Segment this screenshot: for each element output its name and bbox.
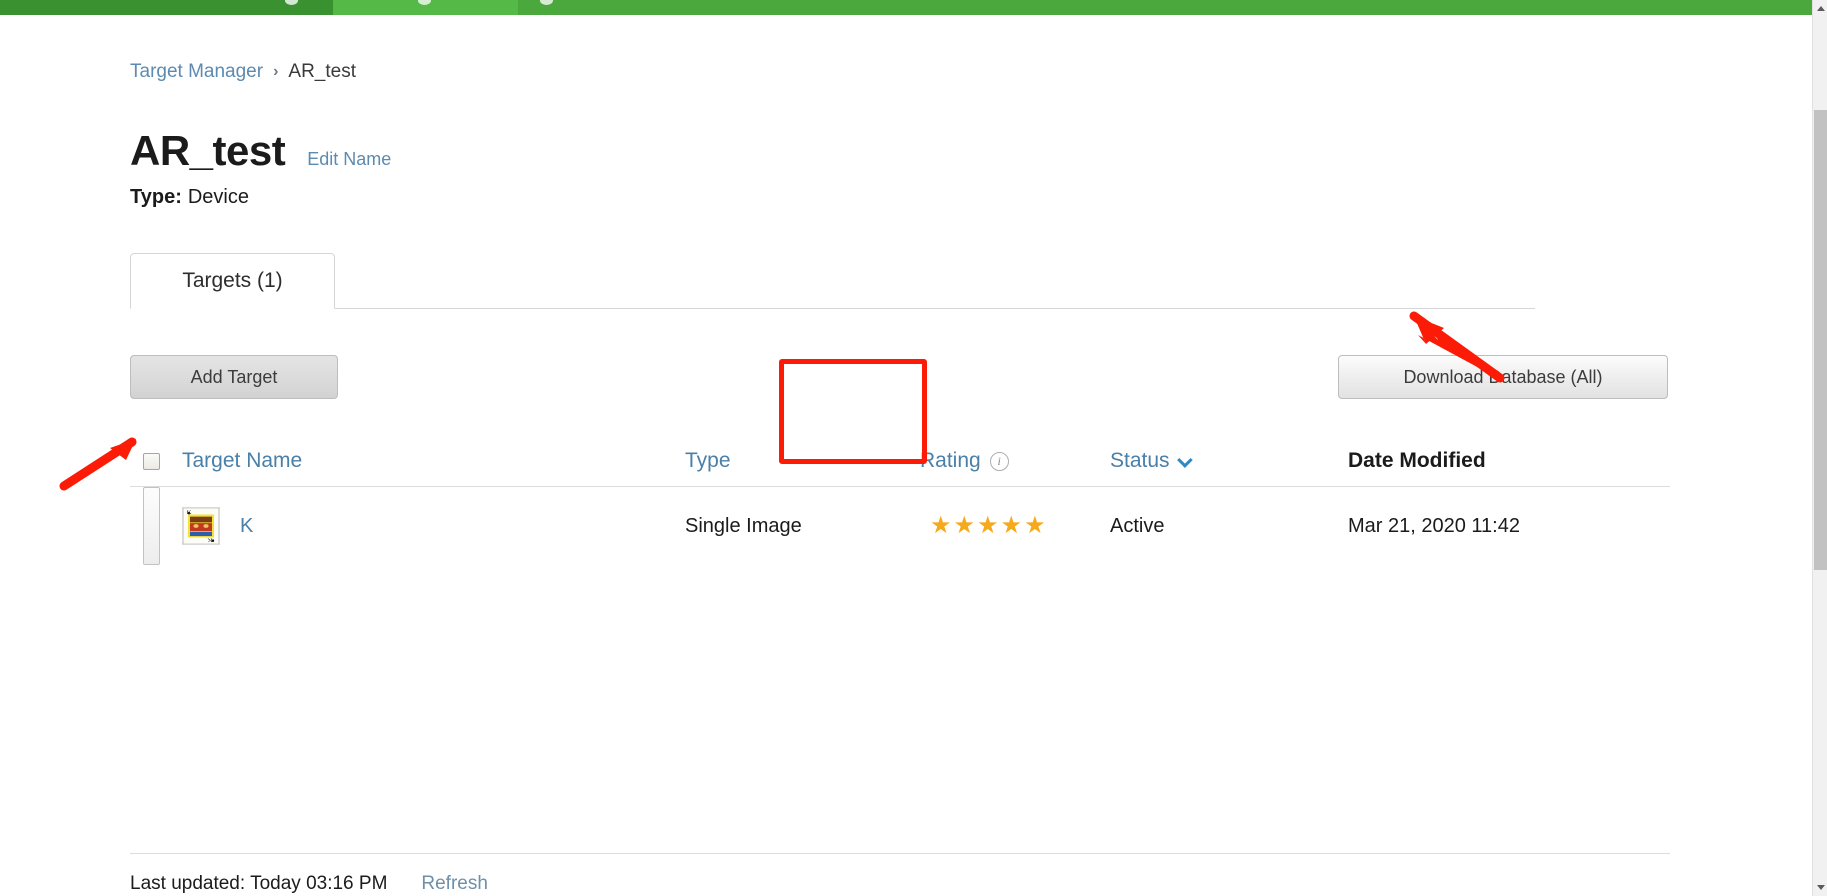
target-type-cell: Single Image — [685, 487, 802, 565]
column-header-target-name[interactable]: Target Name — [182, 435, 302, 487]
chevron-down-icon — [1176, 451, 1193, 468]
download-database-button[interactable]: Download Database (All) — [1338, 355, 1668, 399]
breadcrumb: Target Manager › AR_test — [130, 61, 356, 83]
target-date-modified-text: Mar 21, 2020 11:42 — [1348, 514, 1520, 537]
footer: Last updated: Today 03:16 PM Refresh — [130, 873, 488, 895]
nav-segment-left[interactable] — [0, 0, 333, 15]
refresh-link[interactable]: Refresh — [421, 873, 488, 895]
page-scroll-area: Target Manager › AR_test AR_test Edit Name… — [0, 15, 1812, 896]
breadcrumb-current: AR_test — [288, 61, 356, 82]
targets-table: Target Name Type Rating i Status Date Mo… — [130, 435, 1670, 565]
column-header-target-name-label: Target Name — [182, 449, 303, 472]
page-title: AR_test — [130, 127, 286, 174]
column-header-rating[interactable]: Rating i — [920, 435, 1009, 487]
nav-segment-right[interactable] — [518, 0, 1812, 15]
info-icon[interactable]: i — [989, 451, 1009, 471]
last-updated-text: Last updated: Today 03:16 PM — [130, 873, 388, 894]
scrollbar-thumb[interactable] — [1814, 110, 1827, 570]
footer-divider — [130, 853, 1670, 854]
tab-targets[interactable]: Targets (1) — [130, 253, 335, 309]
target-manager-page: Target Manager › AR_test AR_test Edit Name… — [0, 0, 1827, 896]
star-icon-4: ★ — [1000, 512, 1023, 539]
download-database-label: Download Database (All) — [1403, 366, 1603, 387]
row-checkbox-cell — [143, 487, 160, 565]
add-target-label: Add Target — [190, 366, 278, 387]
column-header-status[interactable]: Status — [1110, 435, 1193, 487]
scroll-up-button[interactable] — [1813, 0, 1827, 17]
star-icon-1: ★ — [930, 512, 952, 539]
column-header-date-modified-label: Date Modified — [1348, 449, 1486, 472]
vertical-scrollbar[interactable] — [1812, 0, 1827, 896]
target-status-text: Active — [1110, 514, 1165, 537]
target-type-text: Single Image — [685, 514, 802, 537]
target-type-row: Type: Device — [130, 186, 249, 209]
triangle-down-icon — [1816, 885, 1825, 890]
breadcrumb-link-target-manager[interactable]: Target Manager — [130, 61, 263, 82]
column-header-type-label: Type — [685, 449, 731, 472]
title-row: AR_test Edit Name — [130, 127, 391, 175]
column-header-status-label: Status — [1110, 449, 1170, 472]
svg-text:K: K — [207, 537, 213, 542]
target-status-cell: Active — [1110, 487, 1164, 565]
type-value: Device — [187, 186, 249, 208]
target-name-link[interactable]: K — [240, 487, 253, 565]
table-header-row: Target Name Type Rating i Status Date Mo… — [130, 435, 1670, 487]
target-rating-cell: ★ ★ ★ ★ ★ — [930, 487, 1046, 565]
edit-name-link[interactable]: Edit Name — [307, 149, 391, 170]
rating-stars: ★ ★ ★ ★ ★ — [930, 514, 1046, 538]
scroll-down-button[interactable] — [1813, 879, 1827, 896]
star-icon-2: ★ — [953, 512, 976, 539]
select-all-checkbox[interactable] — [143, 452, 160, 470]
table-row: K K K Single Image ★ — [130, 487, 1670, 565]
tab-bar: Targets (1) — [130, 253, 1535, 309]
tab-targets-label: Targets (1) — [182, 269, 283, 292]
type-label: Type: — [130, 186, 182, 208]
breadcrumb-separator-icon: › — [273, 63, 279, 80]
target-name-text: K — [240, 514, 254, 537]
column-header-type[interactable]: Type — [685, 435, 731, 487]
select-all-header — [143, 435, 160, 487]
triangle-up-icon — [1816, 6, 1825, 11]
add-target-button[interactable]: Add Target — [130, 355, 338, 399]
column-header-rating-label: Rating — [920, 449, 981, 472]
target-thumbnail[interactable]: K K — [182, 507, 220, 545]
top-navigation-bar — [0, 0, 1812, 15]
row-checkbox[interactable] — [143, 487, 160, 565]
target-date-modified-cell: Mar 21, 2020 11:42 — [1348, 487, 1520, 565]
king-of-spades-card-icon: K K — [183, 508, 219, 544]
star-icon-3: ★ — [977, 512, 999, 539]
column-header-date-modified: Date Modified — [1348, 435, 1486, 487]
star-icon-5: ★ — [1024, 512, 1046, 539]
